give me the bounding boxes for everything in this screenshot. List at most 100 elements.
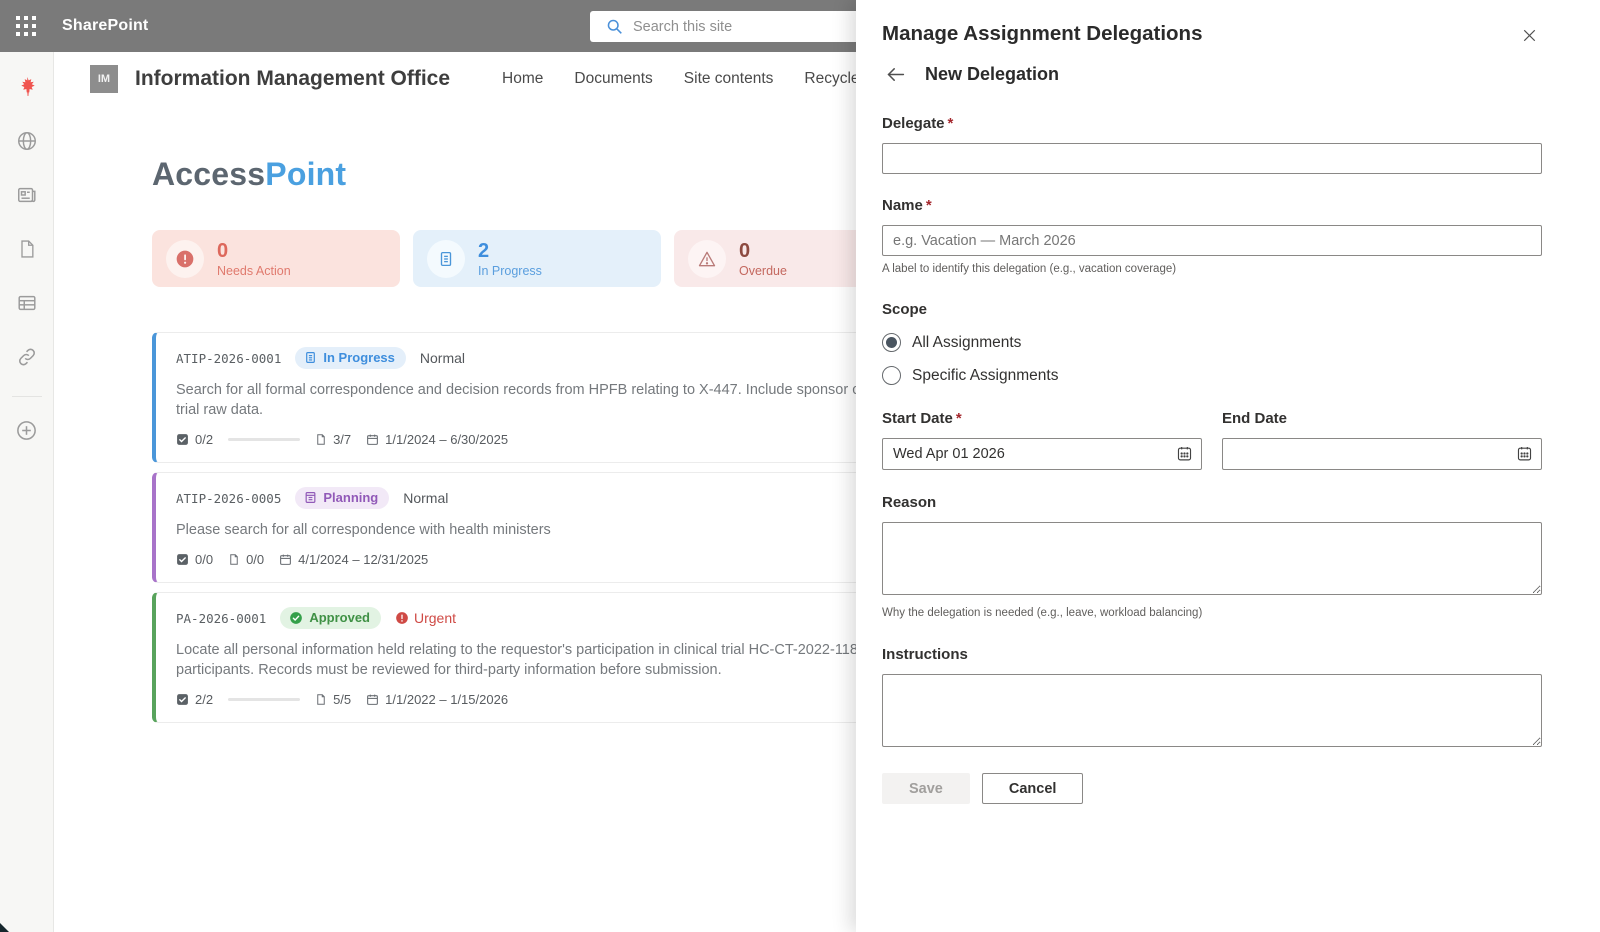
- stat-needs-action[interactable]: 0 Needs Action: [152, 230, 400, 287]
- stat-count: 2: [478, 240, 542, 262]
- stat-count: 0: [739, 240, 787, 262]
- table-icon[interactable]: [10, 286, 44, 320]
- date-range: 1/1/2022 – 1/15/2026: [366, 692, 508, 707]
- page-icon: [315, 693, 327, 706]
- cancel-button[interactable]: Cancel: [982, 773, 1084, 804]
- end-date-input[interactable]: [1222, 438, 1542, 470]
- status-badge: Planning: [295, 487, 389, 509]
- document-icon[interactable]: [10, 232, 44, 266]
- panel-actions: Save Cancel: [882, 773, 1542, 804]
- waffle-icon: [16, 16, 36, 36]
- close-button[interactable]: [1516, 22, 1542, 48]
- stat-label: Needs Action: [217, 264, 291, 278]
- left-rail: [0, 52, 54, 932]
- radio-all-assignments[interactable]: All Assignments: [882, 333, 1542, 352]
- app-window: SharePoint: [0, 0, 1600, 932]
- save-button[interactable]: Save: [882, 773, 970, 804]
- docs-count: 3/7: [315, 432, 351, 447]
- start-date-label: Start Date*: [882, 410, 1202, 427]
- calendar-icon: [279, 553, 292, 566]
- name-input[interactable]: [882, 225, 1542, 256]
- checklist-count: 0/0: [176, 552, 213, 567]
- nav-documents[interactable]: Documents: [574, 70, 652, 88]
- stat-label: In Progress: [478, 264, 542, 278]
- instructions-label: Instructions: [882, 646, 1542, 663]
- delegation-form: Delegate* Name* A label to identify this…: [882, 115, 1542, 804]
- calendar-picker-icon[interactable]: [1176, 445, 1193, 462]
- reason-label: Reason: [882, 494, 1542, 511]
- back-arrow-icon: [885, 64, 906, 85]
- priority-label: Urgent: [395, 610, 456, 626]
- checkbox-icon: [176, 553, 189, 566]
- stat-count: 0: [217, 240, 291, 262]
- priority-label: Normal: [420, 350, 465, 366]
- search-icon: [606, 18, 623, 35]
- reason-textarea[interactable]: [882, 522, 1542, 595]
- status-badge: In Progress: [295, 347, 406, 369]
- date-range: 4/1/2024 – 12/31/2025: [279, 552, 428, 567]
- docs-count: 0/0: [228, 552, 264, 567]
- globe-icon[interactable]: [10, 124, 44, 158]
- site-title[interactable]: Information Management Office: [135, 67, 450, 91]
- news-icon[interactable]: [10, 178, 44, 212]
- delegate-input[interactable]: [882, 143, 1542, 174]
- radio-unselected-icon: [882, 366, 901, 385]
- site-nav: Home Documents Site contents Recycle bin: [502, 70, 885, 88]
- reason-hint: Why the delegation is needed (e.g., leav…: [882, 607, 1542, 619]
- rail-divider: [12, 396, 42, 397]
- delegate-label: Delegate*: [882, 115, 1542, 132]
- end-date-label: End Date: [1222, 410, 1542, 427]
- progress-bar: [228, 698, 300, 701]
- add-icon[interactable]: [10, 413, 44, 447]
- calendar-picker-icon[interactable]: [1516, 445, 1533, 462]
- maple-leaf-icon[interactable]: [10, 70, 44, 104]
- task-id: PA-2026-0001: [176, 611, 266, 626]
- link-icon[interactable]: [10, 340, 44, 374]
- checkbox-icon: [176, 433, 189, 446]
- stat-label: Overdue: [739, 264, 787, 278]
- urgent-icon: [395, 611, 409, 625]
- nav-site-contents[interactable]: Site contents: [684, 70, 774, 88]
- checklist-count: 0/2: [176, 432, 213, 447]
- docs-count: 5/5: [315, 692, 351, 707]
- clipboard-icon: [304, 491, 317, 504]
- calendar-icon: [366, 433, 379, 446]
- reason-group: Reason Why the delegation is needed (e.g…: [882, 494, 1542, 619]
- name-group: Name* A label to identify this delegatio…: [882, 197, 1542, 275]
- required-asterisk: *: [948, 115, 954, 132]
- page-icon: [228, 553, 240, 566]
- check-circle-icon: [289, 611, 303, 625]
- progress-bar: [228, 438, 300, 441]
- status-badge: Approved: [280, 607, 381, 629]
- date-row: Start Date* End Date: [882, 410, 1542, 470]
- name-label: Name*: [882, 197, 1542, 214]
- priority-label: Normal: [403, 490, 448, 506]
- scope-group: Scope All Assignments Specific Assignmen…: [882, 301, 1542, 385]
- radio-selected-icon: [882, 333, 901, 352]
- task-id: ATIP-2026-0005: [176, 491, 281, 506]
- required-asterisk: *: [926, 197, 932, 214]
- instructions-group: Instructions: [882, 646, 1542, 752]
- radio-specific-assignments[interactable]: Specific Assignments: [882, 366, 1542, 385]
- panel-subtitle: New Delegation: [925, 64, 1059, 85]
- nav-home[interactable]: Home: [502, 70, 543, 88]
- bottom-left-artifact: [0, 923, 9, 932]
- required-asterisk: *: [956, 410, 962, 427]
- delegate-group: Delegate*: [882, 115, 1542, 174]
- checklist-count: 2/2: [176, 692, 213, 707]
- error-circle-icon: [166, 240, 204, 278]
- start-date-group: Start Date*: [882, 410, 1202, 470]
- panel-title: Manage Assignment Delegations: [882, 22, 1202, 46]
- start-date-input[interactable]: [882, 438, 1202, 470]
- site-avatar[interactable]: IM: [90, 65, 118, 93]
- date-range: 1/1/2024 – 6/30/2025: [366, 432, 508, 447]
- back-button[interactable]: [882, 61, 908, 87]
- page-icon: [315, 433, 327, 446]
- app-launcher-button[interactable]: [0, 0, 52, 52]
- scope-label: Scope: [882, 301, 927, 318]
- name-hint: A label to identify this delegation (e.g…: [882, 263, 1542, 275]
- instructions-textarea[interactable]: [882, 674, 1542, 747]
- warning-triangle-icon: [688, 240, 726, 278]
- stat-in-progress[interactable]: 2 In Progress: [413, 230, 661, 287]
- app-title: SharePoint: [62, 17, 148, 35]
